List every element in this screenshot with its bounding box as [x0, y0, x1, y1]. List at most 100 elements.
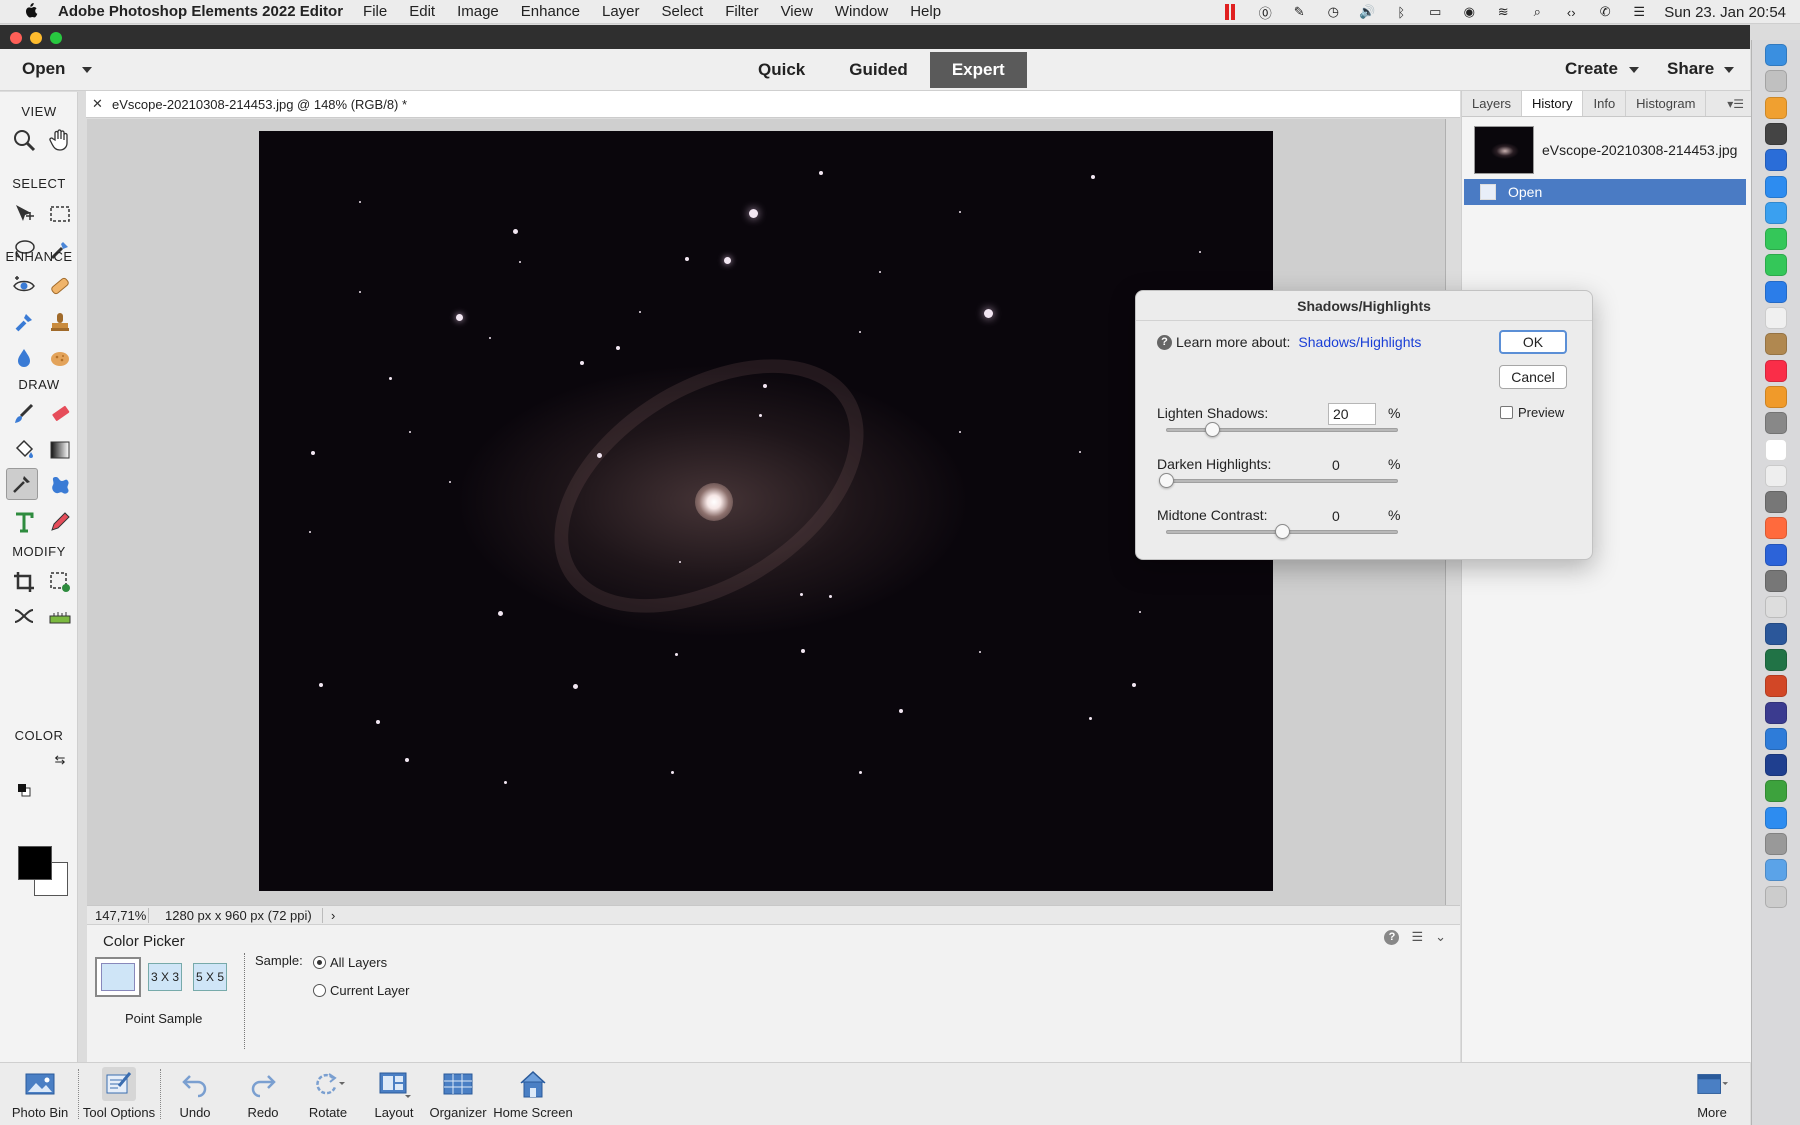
dock-app-icon[interactable] — [1765, 359, 1787, 382]
share-dropdown-icon[interactable] — [1724, 67, 1734, 73]
mode-expert[interactable]: Expert — [929, 52, 1027, 88]
dock-app-icon[interactable] — [1765, 122, 1787, 145]
brush-tool-icon[interactable] — [8, 398, 40, 430]
menu-select[interactable]: Select — [662, 3, 704, 20]
onepassword-icon[interactable]: ⓪ — [1256, 4, 1274, 21]
dock-app-icon[interactable] — [1765, 701, 1787, 724]
menubar-clock[interactable]: Sun 23. Jan 20:54 — [1664, 4, 1786, 21]
dock-app-icon[interactable] — [1765, 254, 1787, 277]
dock-app-icon[interactable] — [1765, 833, 1787, 855]
tab-info[interactable]: Info — [1583, 91, 1627, 116]
eraser-tool-icon[interactable] — [44, 398, 76, 430]
red-eye-tool-icon[interactable] — [8, 270, 40, 302]
dock-app-icon[interactable] — [1765, 412, 1787, 435]
dock-app-icon[interactable] — [1765, 385, 1787, 408]
panel-menu-icon[interactable]: ▾☰ — [1719, 91, 1752, 116]
radio-current-layer-dot[interactable] — [313, 984, 326, 997]
share-button[interactable]: Share — [1667, 59, 1714, 79]
dock-app-icon[interactable] — [1765, 570, 1787, 592]
organizer-button[interactable]: Organizer — [418, 1067, 498, 1120]
open-button[interactable]: Open — [22, 59, 65, 79]
straighten-tool-icon[interactable] — [44, 600, 76, 632]
dock-app-icon[interactable] — [1765, 675, 1787, 698]
preview-check-box[interactable] — [1500, 406, 1513, 419]
lighten-shadows-slider[interactable] — [1166, 428, 1398, 432]
dock-app-icon[interactable] — [1765, 806, 1787, 829]
dock-app-icon[interactable] — [1765, 517, 1787, 540]
menu-help[interactable]: Help — [910, 3, 941, 20]
dock-app-icon[interactable] — [1765, 727, 1787, 750]
recording-icon[interactable] — [1222, 4, 1240, 20]
color-picker-tool-icon[interactable] — [6, 468, 38, 500]
zoom-level[interactable]: 147,71% — [87, 907, 149, 923]
sample-3x3-button[interactable]: 3 X 3 — [148, 963, 182, 991]
phone-icon[interactable]: ✆ — [1596, 4, 1614, 20]
cancel-button[interactable]: Cancel — [1499, 365, 1567, 389]
pencil-tool-icon[interactable] — [44, 506, 76, 538]
history-item-snapshot[interactable]: eVscope-20210308-214453.jpg — [1464, 123, 1746, 177]
pen-icon[interactable]: ✎ — [1290, 4, 1308, 20]
dock-app-icon[interactable] — [1765, 228, 1787, 251]
close-document-icon[interactable]: ✕ — [92, 96, 112, 112]
move-tool-icon[interactable] — [8, 198, 40, 230]
menu-view[interactable]: View — [781, 3, 813, 20]
radio-all-layers-dot[interactable] — [313, 956, 326, 969]
preview-checkbox[interactable]: Preview — [1500, 405, 1564, 420]
dock-app-icon[interactable] — [1765, 596, 1787, 619]
spot-healing-tool-icon[interactable] — [44, 270, 76, 302]
status-expand-icon[interactable]: › — [323, 908, 335, 923]
dock-app-icon[interactable] — [1765, 491, 1787, 514]
dock-app-icon[interactable] — [1765, 754, 1787, 777]
history-item-open[interactable]: Open — [1464, 179, 1746, 205]
menu-image[interactable]: Image — [457, 3, 499, 20]
dock-app-icon[interactable] — [1765, 543, 1787, 566]
dock-app-icon[interactable] — [1765, 149, 1787, 172]
zoom-window-button[interactable] — [50, 32, 62, 44]
learn-more-link[interactable]: Shadows/Highlights — [1298, 334, 1421, 350]
dock-app-icon[interactable] — [1765, 44, 1787, 66]
more-button[interactable]: More — [1672, 1067, 1752, 1120]
mode-guided[interactable]: Guided — [827, 52, 930, 88]
dock-app-icon[interactable] — [1765, 70, 1787, 93]
dock-app-icon[interactable] — [1765, 333, 1787, 356]
create-button[interactable]: Create — [1565, 59, 1618, 79]
collapse-icon[interactable]: ⌄ — [1435, 929, 1446, 945]
dock-app-icon[interactable] — [1765, 780, 1787, 803]
dock-app-icon[interactable] — [1765, 622, 1787, 645]
menu-enhance[interactable]: Enhance — [521, 3, 580, 20]
zoom-tool-icon[interactable] — [8, 124, 40, 156]
darken-highlights-knob[interactable] — [1159, 473, 1174, 488]
document-tab[interactable]: ✕ eVscope-20210308-214453.jpg @ 148% (RG… — [86, 91, 1460, 118]
menu-filter[interactable]: Filter — [725, 3, 758, 20]
clone-stamp-tool-icon[interactable] — [44, 306, 76, 338]
menu-file[interactable]: File — [363, 3, 387, 20]
battery-icon[interactable]: ▭ — [1426, 4, 1444, 20]
close-window-button[interactable] — [10, 32, 22, 44]
lighten-shadows-input[interactable]: 20 — [1328, 403, 1376, 425]
user-icon[interactable]: ◉ — [1460, 4, 1478, 20]
options-menu-icon[interactable]: ☰ — [1411, 929, 1423, 945]
dock-app-icon[interactable] — [1765, 307, 1787, 329]
smart-brush-tool-icon[interactable] — [8, 306, 40, 338]
help-icon[interactable]: ? — [1384, 929, 1400, 945]
marquee-tool-icon[interactable] — [44, 198, 76, 230]
minimize-window-button[interactable] — [30, 32, 42, 44]
dock-app-icon[interactable] — [1765, 464, 1787, 487]
search-icon[interactable]: ⌕ — [1528, 4, 1546, 20]
dock-app-icon[interactable] — [1765, 648, 1787, 671]
tool-options-button[interactable]: Tool Options — [79, 1067, 159, 1120]
lighten-shadows-knob[interactable] — [1205, 422, 1221, 437]
type-tool-icon[interactable] — [8, 506, 40, 538]
menu-edit[interactable]: Edit — [409, 3, 435, 20]
apple-icon[interactable] — [20, 2, 42, 21]
default-colors-icon[interactable] — [16, 782, 32, 798]
home-screen-button[interactable]: Home Screen — [493, 1067, 573, 1120]
ok-button[interactable]: OK — [1499, 330, 1567, 354]
gradient-tool-icon[interactable] — [44, 434, 76, 466]
tab-histogram[interactable]: Histogram — [1626, 91, 1707, 116]
point-sample-button[interactable] — [95, 957, 141, 997]
help-icon[interactable]: ? — [1157, 334, 1172, 350]
photo-bin-button[interactable]: Photo Bin — [0, 1067, 80, 1120]
darken-highlights-value[interactable]: 0 — [1328, 454, 1376, 476]
create-dropdown-icon[interactable] — [1629, 67, 1639, 73]
